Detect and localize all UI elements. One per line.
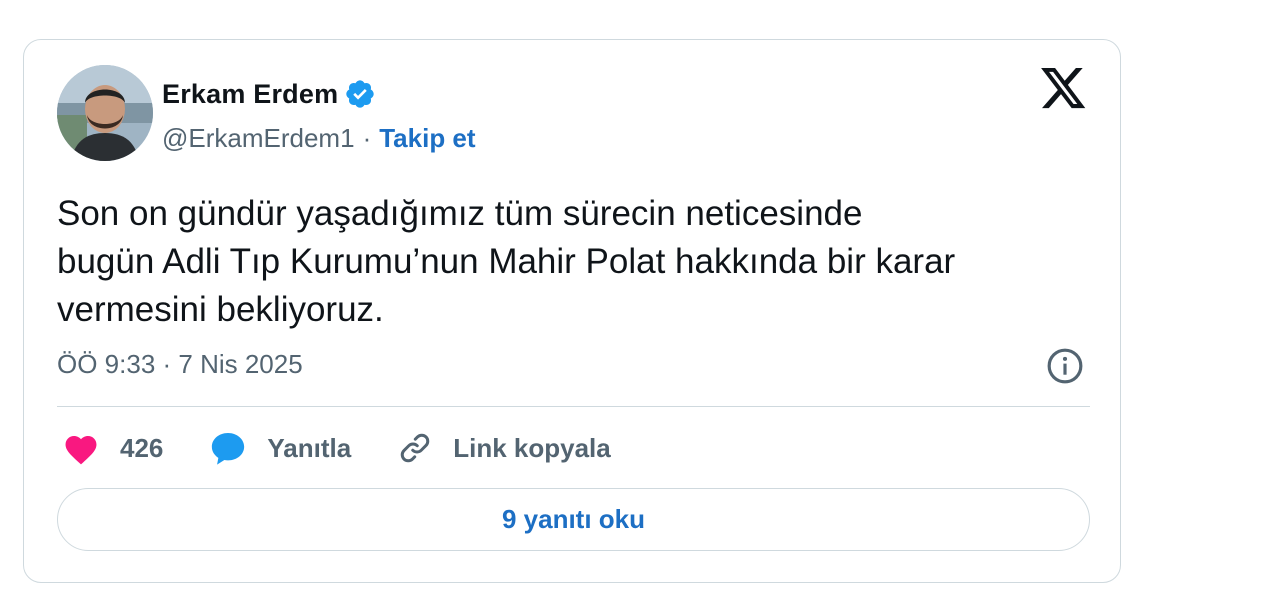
tweet-text: Son on gündür yaşadığımız tüm sürecin ne…	[57, 194, 956, 329]
heart-icon	[65, 436, 97, 465]
speech-bubble-icon	[212, 432, 245, 465]
reply-label: Yanıtla	[267, 432, 352, 463]
info-icon[interactable]	[1046, 347, 1084, 385]
avatar-photo	[57, 65, 153, 161]
action-bar: 426 Yanıtla Link kopyala	[62, 428, 657, 468]
x-logo-icon[interactable]	[1041, 68, 1087, 110]
link-icon	[401, 433, 430, 463]
tweet-timestamp[interactable]: ÖÖ 9:33 · 7 Nis 2025	[57, 349, 303, 380]
author-name-row: Erkam Erdem	[162, 76, 376, 112]
verified-badge-icon	[346, 80, 374, 108]
like-button[interactable]: 426	[62, 431, 163, 465]
author-display-name[interactable]: Erkam Erdem	[162, 79, 338, 110]
separator-dot: ·	[362, 122, 372, 153]
avatar[interactable]	[57, 65, 153, 161]
tweet-card: Erkam Erdem @ErkamErdem1 · Takip et Son …	[23, 39, 1121, 583]
read-replies-button[interactable]: 9 yanıtı oku	[57, 488, 1090, 551]
copy-link-button[interactable]: Link kopyala	[397, 430, 611, 466]
divider	[57, 406, 1090, 407]
author-handle[interactable]: @ErkamErdem1	[162, 123, 355, 154]
follow-button[interactable]: Takip et	[379, 123, 475, 154]
copy-link-label: Link kopyala	[453, 432, 611, 463]
author-handle-row: @ErkamErdem1 · Takip et	[162, 120, 476, 156]
reply-button[interactable]: Yanıtla	[209, 429, 351, 467]
like-count: 426	[120, 432, 164, 463]
